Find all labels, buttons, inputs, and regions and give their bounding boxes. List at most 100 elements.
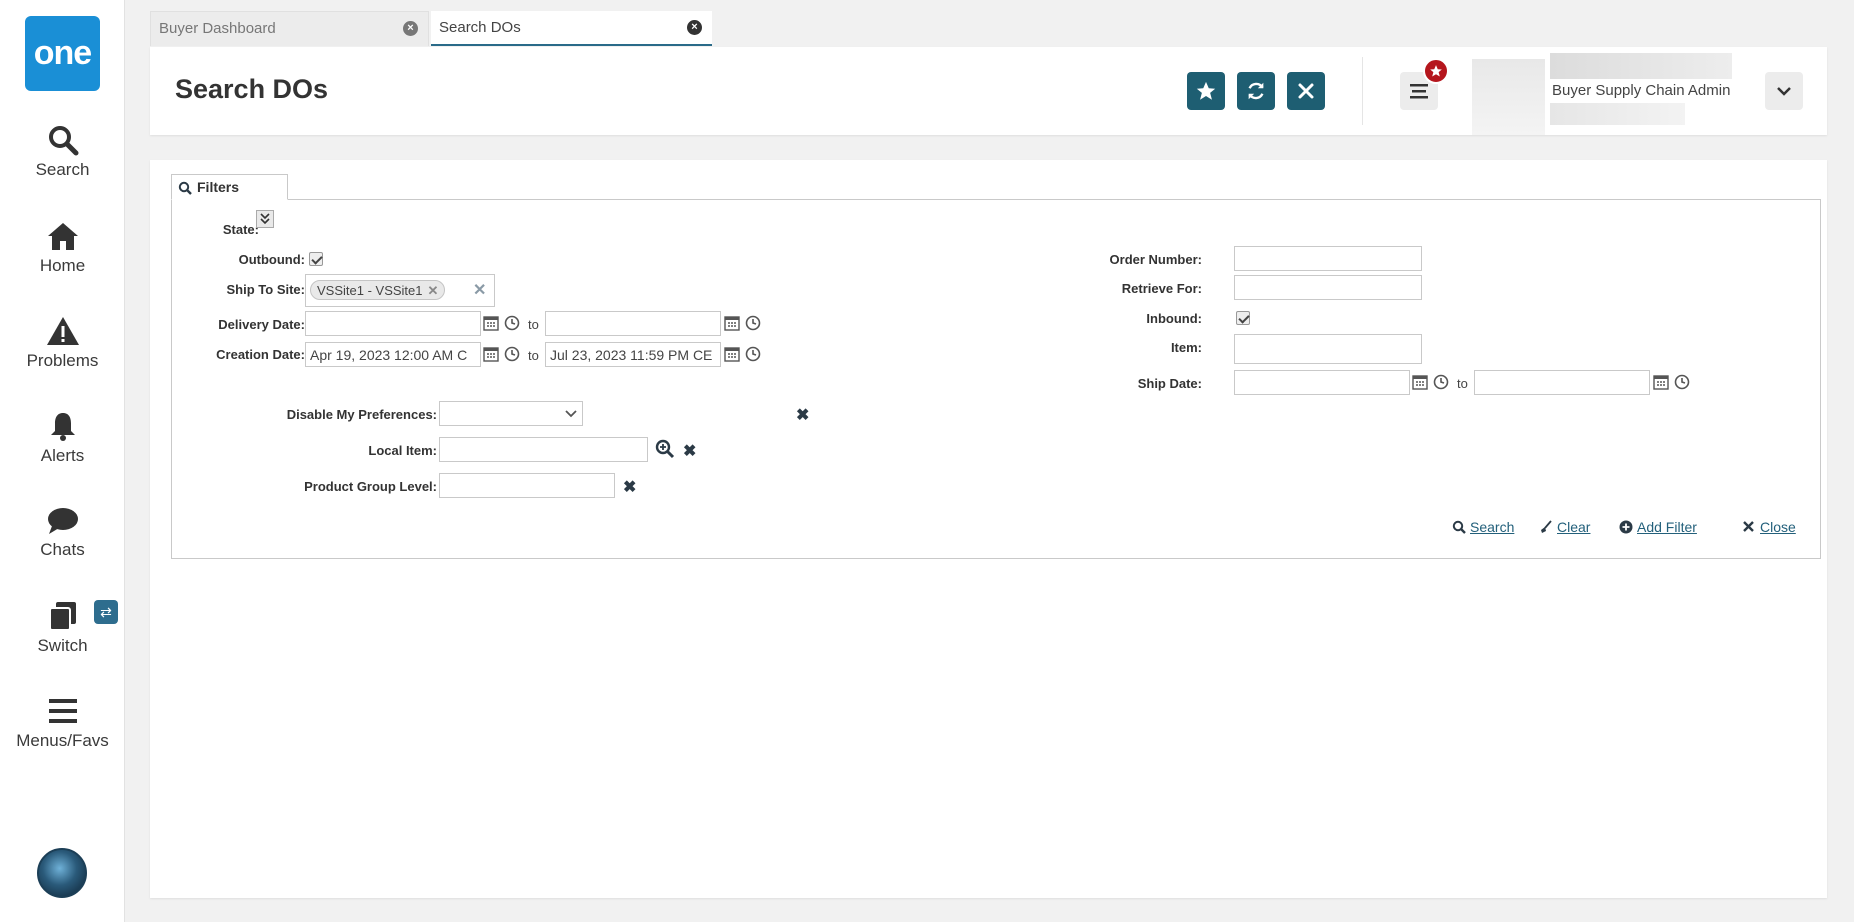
clear-link[interactable]: Clear (1541, 519, 1591, 535)
zoom-search-icon[interactable] (655, 439, 675, 459)
user-photo (1472, 59, 1545, 135)
close-icon[interactable]: × (687, 20, 702, 35)
page-header: Search DOs Buyer Supply Chain Admin (150, 47, 1827, 135)
clear-icon[interactable]: ✕ (473, 283, 486, 299)
user-menu-dropdown[interactable] (1765, 72, 1803, 110)
clear-link-label: Clear (1557, 519, 1591, 535)
close-icon (1743, 521, 1754, 532)
nav-chats[interactable]: Chats (0, 506, 125, 560)
close-page-button[interactable] (1287, 72, 1325, 110)
calendar-icon[interactable] (724, 315, 740, 331)
ship-to-site-field[interactable]: VSSite1 - VSSite1 ✕ ✕ (305, 274, 495, 307)
tab-search-dos[interactable]: Search DOs × (431, 11, 712, 46)
user-avatar[interactable] (37, 848, 87, 898)
clear-preferences-icon[interactable]: ✖ (796, 408, 809, 424)
state-label: State: (222, 222, 259, 237)
nav-problems-label: Problems (26, 351, 99, 370)
star-icon (1196, 81, 1216, 100)
user-name: Buyer Supply Chain Admin (1552, 82, 1731, 99)
delivery-date-to-input[interactable] (545, 311, 721, 336)
header-divider (1362, 57, 1363, 125)
nav-chats-label: Chats (40, 540, 85, 559)
tab-label: Search DOs (439, 19, 521, 36)
calendar-icon[interactable] (1653, 374, 1669, 390)
search-link-label: Search (1470, 519, 1515, 535)
to-label: to (528, 348, 539, 363)
nav-alerts[interactable]: Alerts (0, 410, 125, 466)
product-group-label: Product Group Level: (304, 479, 437, 494)
ship-date-from-input[interactable] (1234, 370, 1410, 395)
favorites-badge[interactable] (1423, 58, 1449, 84)
broom-icon (1541, 520, 1552, 533)
disable-preferences-select[interactable] (439, 401, 583, 426)
order-number-input[interactable] (1234, 246, 1422, 271)
nav-problems[interactable]: Problems (0, 315, 125, 371)
swap-icon[interactable]: ⇄ (94, 600, 118, 624)
order-number-label: Order Number: (1109, 252, 1202, 267)
product-group-input[interactable] (439, 473, 615, 498)
add-filter-label: Add Filter (1637, 519, 1697, 535)
favorite-button[interactable] (1187, 72, 1225, 110)
chip-remove-icon[interactable]: ✕ (428, 283, 439, 298)
inbound-checkbox[interactable] (1236, 311, 1250, 325)
star-icon (1430, 65, 1442, 77)
search-icon (1452, 520, 1466, 534)
disable-preferences-label: Disable My Preferences: (286, 407, 437, 422)
item-input[interactable] (1234, 334, 1422, 364)
creation-date-to-input[interactable]: Jul 23, 2023 11:59 PM CE (545, 342, 721, 367)
home-icon (47, 223, 78, 250)
close-filters-link[interactable]: Close (1743, 519, 1796, 535)
user-info-redacted (1550, 103, 1685, 125)
ship-to-site-chip: VSSite1 - VSSite1 ✕ (310, 280, 446, 300)
nav-home-label: Home (39, 256, 86, 275)
state-expand-button[interactable] (256, 210, 274, 228)
add-filter-link[interactable]: Add Filter (1619, 519, 1697, 535)
clock-icon[interactable] (745, 346, 761, 362)
left-nav: one Search Home Problems Alerts Chats Sw… (0, 0, 125, 922)
retrieve-for-input[interactable] (1234, 275, 1422, 300)
close-filters-label: Close (1760, 519, 1796, 535)
search-icon (178, 181, 192, 195)
tab-buyer-dashboard[interactable]: Buyer Dashboard × (150, 11, 429, 46)
to-label: to (528, 317, 539, 332)
search-link[interactable]: Search (1452, 519, 1515, 535)
inbound-label: Inbound: (1146, 311, 1202, 326)
search-icon (48, 126, 78, 156)
filters-tab-label: Filters (197, 179, 240, 195)
item-label: Item: (1170, 340, 1202, 355)
delivery-date-label: Delivery Date: (218, 317, 305, 332)
app-logo[interactable]: one (25, 16, 100, 91)
refresh-icon (1248, 82, 1264, 100)
calendar-icon[interactable] (1412, 374, 1428, 390)
nav-search[interactable]: Search (0, 124, 125, 180)
main-panel: Filters State: Outbound: Ship To Site: V… (150, 160, 1827, 898)
outbound-checkbox[interactable] (309, 252, 323, 266)
clock-icon[interactable] (504, 346, 520, 362)
refresh-button[interactable] (1237, 72, 1275, 110)
nav-home[interactable]: Home (0, 220, 125, 276)
clock-icon[interactable] (504, 315, 520, 331)
ship-date-to-input[interactable] (1474, 370, 1650, 395)
close-icon[interactable]: × (403, 21, 418, 36)
nav-search-label: Search (35, 160, 90, 179)
double-chevron-down-icon (260, 213, 270, 225)
page-title: Search DOs (175, 74, 329, 104)
clear-product-group-icon[interactable]: ✖ (623, 480, 636, 496)
chat-icon (47, 508, 78, 534)
clock-icon[interactable] (1674, 374, 1690, 390)
calendar-icon[interactable] (483, 346, 499, 362)
creation-date-from-input[interactable]: Apr 19, 2023 12:00 AM C (305, 342, 481, 367)
clock-icon[interactable] (1433, 374, 1449, 390)
local-item-input[interactable] (439, 437, 648, 462)
clear-local-item-icon[interactable]: ✖ (683, 444, 696, 460)
nav-menus-favs[interactable]: Menus/Favs (0, 695, 125, 751)
calendar-icon[interactable] (724, 346, 740, 362)
nav-menus-label: Menus/Favs (16, 731, 109, 750)
clock-icon[interactable] (745, 315, 761, 331)
bell-icon (50, 413, 75, 441)
creation-date-label: Creation Date: (216, 347, 305, 362)
filters-tab[interactable]: Filters (171, 174, 288, 200)
retrieve-for-label: Retrieve For: (1121, 281, 1202, 296)
calendar-icon[interactable] (483, 315, 499, 331)
delivery-date-from-input[interactable] (305, 311, 481, 336)
